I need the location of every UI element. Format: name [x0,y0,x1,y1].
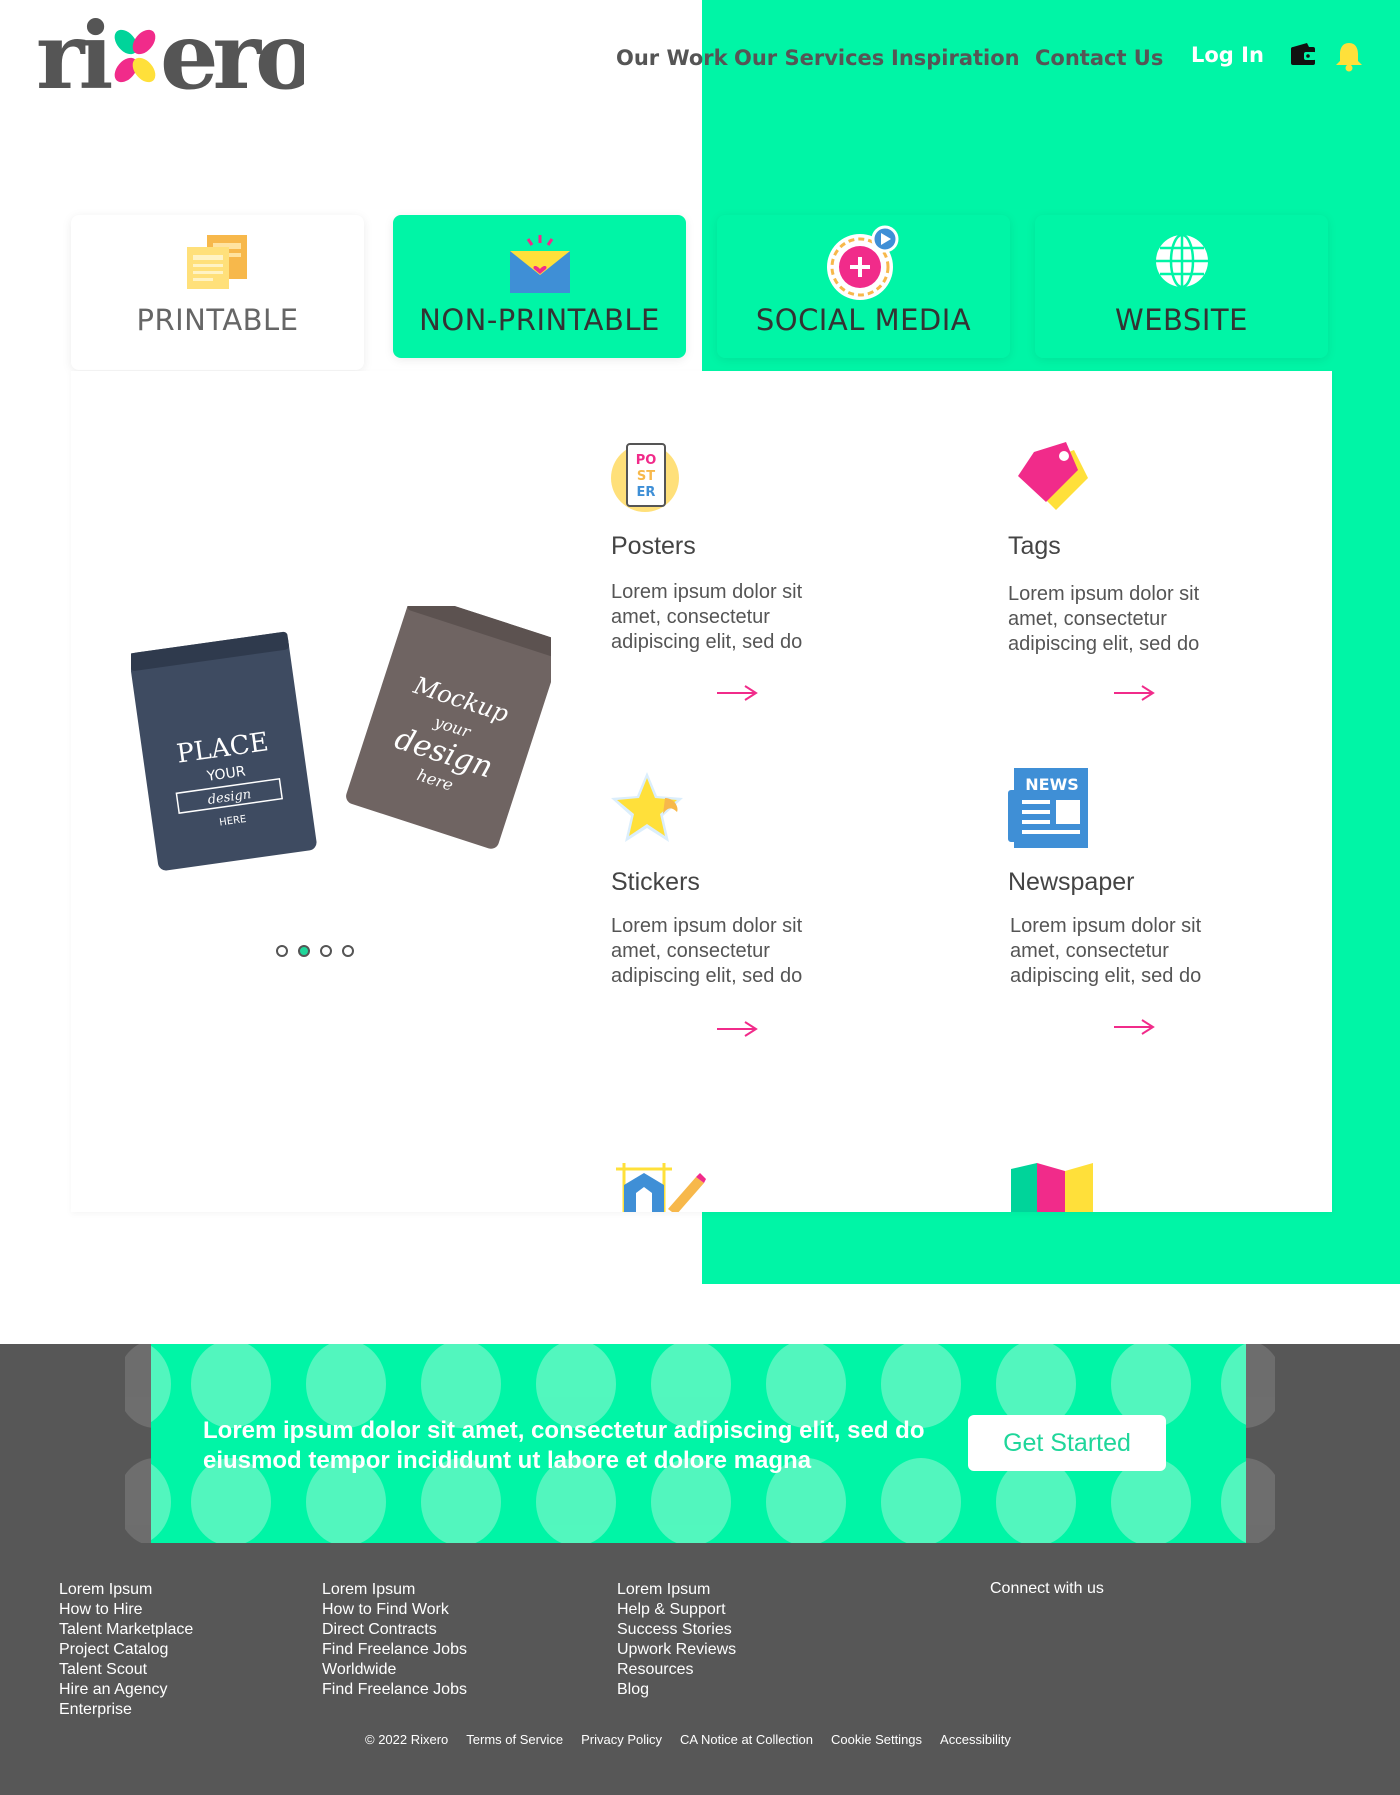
footer-link[interactable]: Find Freelance Jobs [322,1640,467,1660]
carousel-dot-active[interactable] [298,945,310,957]
nav-inspiration[interactable]: Inspiration [891,46,1020,70]
legal-links: © 2022 Rixero Terms of Service Privacy P… [365,1732,1011,1747]
card-title: Stickers [611,868,700,896]
login-link[interactable]: Log In [1191,43,1264,67]
web-design-icon [616,1163,706,1212]
nav-contact-us[interactable]: Contact Us [1035,46,1163,70]
tag-icon [1018,442,1088,510]
tab-label: NON-PRINTABLE [419,303,660,337]
footer-link[interactable]: Upwork Reviews [617,1640,736,1660]
carousel-dot[interactable] [276,945,288,957]
footer-link[interactable]: Talent Scout [59,1660,193,1680]
card-title: Tags [1008,532,1061,560]
wallet-icon[interactable] [1290,42,1316,66]
footer-column-3: Lorem Ipsum Help & Support Success Stori… [617,1580,736,1700]
sticker-icon [611,772,683,842]
cta-text: Lorem ipsum dolor sit amet, consectetur … [203,1417,925,1474]
footer-link[interactable]: Enterprise [59,1700,193,1720]
newspaper-icon: NEWS [1008,768,1088,848]
printable-icon [186,235,247,289]
accessibility-link[interactable]: Accessibility [940,1732,1011,1747]
footer-link[interactable]: How to Hire [59,1600,193,1620]
svg-text:ST: ST [637,469,655,484]
cta-banner: Lorem ipsum dolor sit amet, consectetur … [151,1344,1246,1543]
footer-link[interactable]: Find Freelance Jobs [322,1680,467,1700]
footer-link[interactable]: Success Stories [617,1620,736,1640]
footer-heading: Lorem Ipsum [617,1581,711,1598]
connect-with-us: Connect with us [990,1580,1104,1597]
tab-non-printable[interactable]: NON-PRINTABLE [393,215,686,358]
poster-icon: PO ST ER [611,443,679,512]
category-panel: PLACE YOUR design HERE Mockup your desig… [71,371,1332,1212]
svg-text:NEWS: NEWS [1025,775,1079,794]
cookie-settings-link[interactable]: Cookie Settings [831,1732,922,1747]
footer-heading: Lorem Ipsum [322,1581,416,1598]
tab-website[interactable]: WEBSITE [1035,215,1328,358]
tab-label: WEBSITE [1115,303,1248,337]
carousel-dot[interactable] [320,945,332,957]
carousel-dots [276,945,354,957]
tab-printable[interactable]: PRINTABLE [71,215,364,370]
nav-our-services[interactable]: Our Services [734,46,884,70]
brochure-icon [1011,1163,1093,1212]
footer-column-1: Lorem Ipsum How to Hire Talent Marketpla… [59,1580,193,1720]
bell-icon[interactable] [1334,40,1364,72]
envelope-icon [509,235,570,293]
copyright-text: © 2022 Rixero [365,1732,449,1747]
arrow-right-icon[interactable] [1112,1018,1156,1036]
footer-link[interactable]: How to Find Work [322,1600,467,1620]
card-description: Lorem ipsum dolor sit amet, consectetur … [1010,915,1202,987]
card-description: Lorem ipsum dolor sit amet, consectetur … [611,581,803,653]
footer-column-2: Lorem Ipsum How to Find Work Direct Cont… [322,1580,467,1700]
arrow-right-icon[interactable] [1112,684,1156,702]
card-title: Newspaper [1008,868,1135,896]
footer-link[interactable]: Hire an Agency [59,1680,193,1700]
privacy-link[interactable]: Privacy Policy [581,1732,662,1747]
social-media-icon [826,225,898,300]
get-started-button[interactable]: Get Started [968,1415,1166,1471]
pouch-mockup-image: PLACE YOUR design HERE Mockup your desig… [131,606,551,871]
svg-text:ER: ER [637,485,656,500]
globe-icon [1155,233,1208,289]
arrow-right-icon[interactable] [715,684,759,702]
footer-link[interactable]: Direct Contracts [322,1620,467,1640]
nav-our-work[interactable]: Our Work [616,46,728,70]
terms-link[interactable]: Terms of Service [466,1732,563,1747]
svg-text:PO: PO [636,453,657,468]
tab-social-media[interactable]: SOCIAL MEDIA [717,215,1010,358]
footer-link[interactable]: Project Catalog [59,1640,193,1660]
footer-link[interactable]: Help & Support [617,1600,736,1620]
card-description: Lorem ipsum dolor sit amet, consectetur … [1008,583,1200,655]
tab-label: SOCIAL MEDIA [755,303,972,337]
footer-link[interactable]: Resources [617,1660,736,1680]
footer-link[interactable]: Talent Marketplace [59,1620,193,1640]
card-description: Lorem ipsum dolor sit amet, consectetur … [611,915,803,987]
tab-label: PRINTABLE [136,303,299,337]
rixero-logo[interactable]: ri ero [36,12,304,96]
footer-heading: Lorem Ipsum [59,1581,153,1598]
carousel-dot[interactable] [342,945,354,957]
arrow-right-icon[interactable] [715,1020,759,1038]
footer-link[interactable]: Blog [617,1680,736,1700]
card-title: Posters [611,532,696,560]
footer-link[interactable]: Worldwide [322,1660,467,1680]
svg-text:ri: ri [36,12,111,96]
ca-notice-link[interactable]: CA Notice at Collection [680,1732,813,1747]
svg-text:ero: ero [160,12,304,96]
